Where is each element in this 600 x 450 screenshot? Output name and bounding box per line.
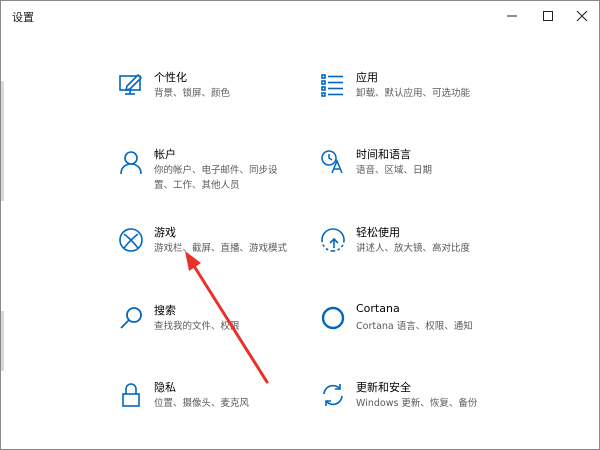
left-border-accent xyxy=(1,81,4,201)
setting-description: Cortana 语言、权限、通知 xyxy=(356,321,473,332)
setting-name: 时间和语言 xyxy=(356,148,411,161)
setting-gaming[interactable]: 游戏 游戏栏、截屏、直播、游戏模式 xyxy=(116,225,346,273)
setting-name: 轻松使用 xyxy=(356,226,400,239)
setting-name: 应用 xyxy=(356,71,378,84)
cortana-icon xyxy=(318,303,348,333)
left-border-accent xyxy=(1,311,4,371)
title-bar: 设置 xyxy=(1,1,599,31)
settings-window: 设置 个性化 背景、锁屏、颜色 应用 卸载、默认应用、可选功能 帐户 你的帐户、… xyxy=(0,0,600,450)
setting-name: 隐私 xyxy=(154,381,176,394)
setting-description: 背景、锁屏、颜色 xyxy=(154,88,231,99)
maximize-icon xyxy=(543,11,553,21)
setting-name: 游戏 xyxy=(154,226,176,239)
setting-personalization[interactable]: 个性化 背景、锁屏、颜色 xyxy=(116,70,346,118)
setting-description: 语音、区域、日期 xyxy=(356,165,433,176)
setting-description: 你的帐户、电子邮件、同步设 置、工作、其他人员 xyxy=(154,165,278,191)
setting-description: 卸载、默认应用、可选功能 xyxy=(356,88,471,99)
setting-description: 讲述人、放大镜、高对比度 xyxy=(356,243,471,254)
maximize-button[interactable] xyxy=(530,1,566,31)
lock-icon xyxy=(116,380,146,410)
setting-ease-of-access[interactable]: 轻松使用 讲述人、放大镜、高对比度 xyxy=(318,225,548,273)
setting-name: Cortana xyxy=(356,302,400,315)
personalization-icon xyxy=(116,70,146,100)
xbox-icon xyxy=(116,225,146,255)
setting-time-language[interactable]: 时间和语言 语音、区域、日期 xyxy=(318,147,548,195)
minimize-button[interactable] xyxy=(494,1,530,31)
person-icon xyxy=(116,147,146,177)
setting-name: 帐户 xyxy=(154,148,176,161)
setting-apps[interactable]: 应用 卸载、默认应用、可选功能 xyxy=(318,70,548,118)
setting-name: 个性化 xyxy=(154,71,187,84)
apps-list-icon xyxy=(318,70,348,100)
time-language-icon xyxy=(318,147,348,177)
setting-search[interactable]: 搜索 查找我的文件、权限 xyxy=(116,303,346,351)
window-title: 设置 xyxy=(12,11,34,24)
ease-of-access-icon xyxy=(318,225,348,255)
setting-description: Windows 更新、恢复、备份 xyxy=(356,398,478,409)
search-icon xyxy=(116,303,146,333)
setting-update-security[interactable]: 更新和安全 Windows 更新、恢复、备份 xyxy=(318,380,548,428)
setting-description: 查找我的文件、权限 xyxy=(154,321,240,332)
setting-name: 更新和安全 xyxy=(356,381,411,394)
close-icon xyxy=(576,10,588,22)
update-icon xyxy=(318,380,348,410)
setting-cortana[interactable]: Cortana Cortana 语言、权限、通知 xyxy=(318,302,548,351)
setting-description: 位置、摄像头、麦克风 xyxy=(154,398,250,409)
close-button[interactable] xyxy=(564,1,600,31)
setting-name: 搜索 xyxy=(154,304,176,317)
setting-accounts[interactable]: 帐户 你的帐户、电子邮件、同步设 置、工作、其他人员 xyxy=(116,147,346,195)
setting-privacy[interactable]: 隐私 位置、摄像头、麦克风 xyxy=(116,380,346,428)
setting-description: 游戏栏、截屏、直播、游戏模式 xyxy=(154,243,288,254)
minimize-icon xyxy=(507,15,517,17)
